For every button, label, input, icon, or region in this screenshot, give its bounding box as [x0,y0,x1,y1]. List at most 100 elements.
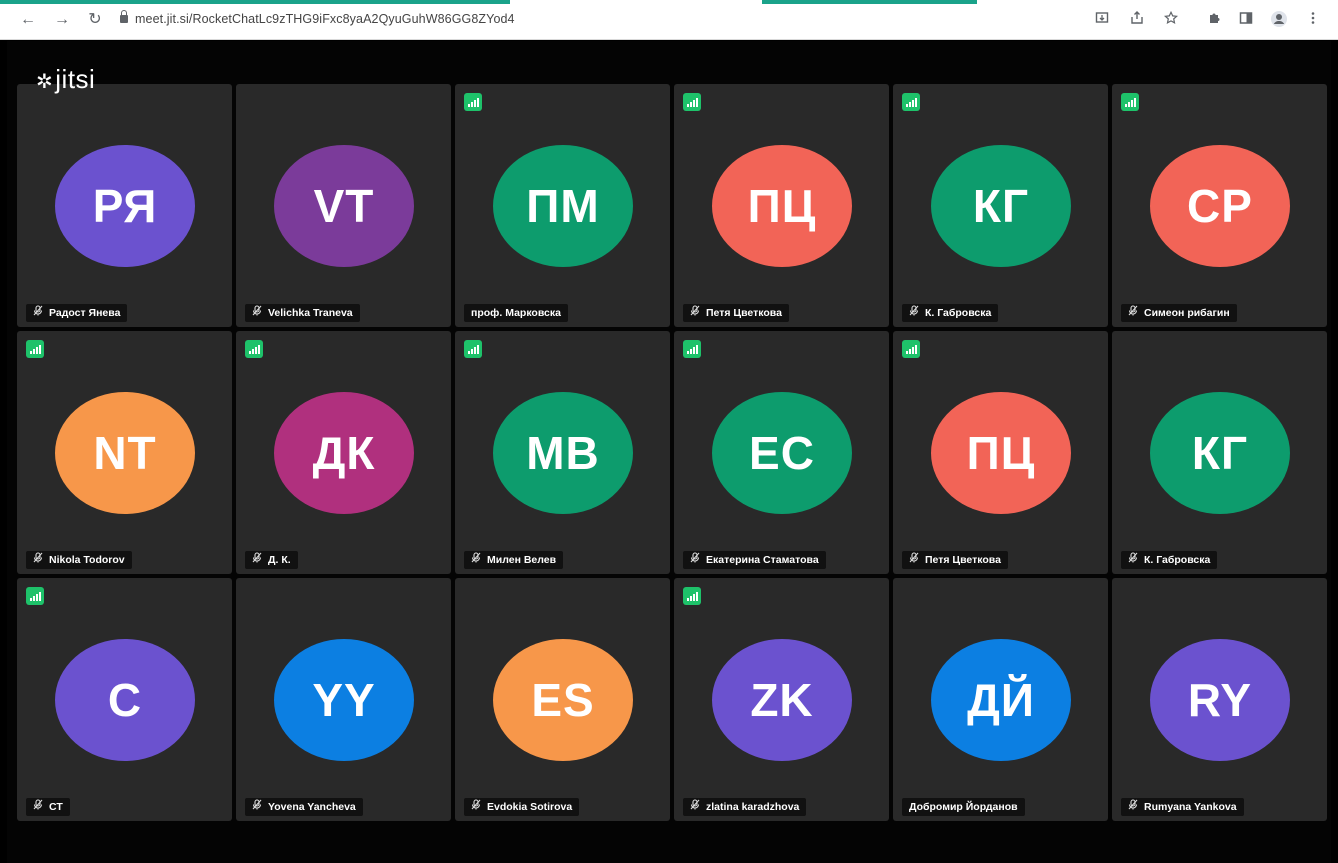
participant-avatar: YY [274,639,414,761]
participant-name-label: Yovena Yancheva [245,798,363,816]
participant-avatar: ДК [274,392,414,514]
microphone-muted-icon [252,304,262,322]
participant-tile[interactable]: ЕС Екатерина Стаматова [674,331,889,574]
participant-tile[interactable]: NT Nikola Todorov [17,331,232,574]
microphone-muted-icon [1128,798,1138,816]
profile-avatar-icon[interactable] [1269,10,1289,30]
participant-name: СТ [49,801,63,813]
microphone-muted-icon [909,551,919,569]
participant-avatar: РЯ [55,145,195,267]
connection-indicator-icon[interactable] [683,93,701,111]
install-app-icon[interactable] [1092,10,1112,30]
participant-tile[interactable]: КГ К. Габровска [1112,331,1327,574]
lock-icon [120,10,128,23]
participant-tile[interactable]: ДК Д. К. [236,331,451,574]
participant-avatar: КГ [1150,392,1290,514]
reload-button[interactable]: ↻ [85,10,105,30]
participant-name: Добромир Йорданов [909,801,1018,813]
tab-indicator-left [0,0,510,4]
participant-avatar: C [55,639,195,761]
participant-tile[interactable]: C СТ [17,578,232,821]
participant-name-label: К. Габровска [902,304,999,322]
participant-name: Nikola Todorov [49,554,125,566]
microphone-muted-icon [252,551,262,569]
microphone-muted-icon [690,551,700,569]
participant-tile[interactable]: РЯ Радост Янева [17,84,232,327]
side-panel-icon[interactable] [1236,10,1256,30]
participant-tile[interactable]: ДЙ Добромир Йорданов [893,578,1108,821]
participant-tile[interactable]: ПМ проф. Марковска [455,84,670,327]
participant-name-label: К. Габровска [1121,551,1218,569]
participant-tile[interactable]: ПЦ Петя Цветкова [893,331,1108,574]
participant-avatar: ПМ [493,145,633,267]
share-icon[interactable] [1127,10,1147,30]
participant-name-label: Rumyana Yankova [1121,798,1244,816]
tab-indicator-right [762,0,977,4]
participant-avatar: ПЦ [712,145,852,267]
participant-name: Симеон рибагин [1144,307,1230,319]
participant-name: Петя Цветкова [706,307,782,319]
microphone-muted-icon [33,798,43,816]
jitsi-logo-icon: ✲ [36,71,54,93]
participant-name: проф. Марковска [471,307,561,319]
connection-indicator-icon[interactable] [902,93,920,111]
connection-indicator-icon[interactable] [245,340,263,358]
participant-tile[interactable]: VT Velichka Traneva [236,84,451,327]
participant-avatar: ZK [712,639,852,761]
microphone-muted-icon [33,304,43,322]
logo-text: jitsi [55,64,96,94]
participant-name-label: Д. К. [245,551,298,569]
participant-tile[interactable]: RY Rumyana Yankova [1112,578,1327,821]
back-button[interactable]: ← [18,10,38,30]
connection-indicator-icon[interactable] [1121,93,1139,111]
participant-name-label: Милен Велев [464,551,564,569]
participant-name: Радост Янева [49,307,121,319]
participant-tile[interactable]: ES Evdokia Sotirova [455,578,670,821]
connection-indicator-icon[interactable] [902,340,920,358]
participant-tile[interactable]: YY Yovena Yancheva [236,578,451,821]
participant-tile[interactable]: ПЦ Петя Цветкова [674,84,889,327]
participant-name: zlatina karadzhova [706,801,800,813]
participant-avatar: NT [55,392,195,514]
participant-tile[interactable]: МВ Милен Велев [455,331,670,574]
browser-menu-icon[interactable] [1303,10,1323,30]
microphone-muted-icon [1128,551,1138,569]
participant-name-label: Екатерина Стаматова [683,551,826,569]
microphone-muted-icon [252,798,262,816]
browser-toolbar: ← → ↻ meet.jit.si/RocketChatLc9zTHG9iFxc… [0,0,1338,40]
extensions-puzzle-icon[interactable] [1204,10,1224,30]
participant-name-label: Радост Янева [26,304,128,322]
address-bar[interactable]: meet.jit.si/RocketChatLc9zTHG9iFxc8yaA2Q… [135,12,515,26]
participant-name: Екатерина Стаматова [706,554,819,566]
participant-name-label: проф. Марковска [464,304,568,322]
participant-name: Rumyana Yankova [1144,801,1237,813]
microphone-muted-icon [909,304,919,322]
participant-avatar: ДЙ [931,639,1071,761]
connection-indicator-icon[interactable] [683,340,701,358]
forward-button[interactable]: → [52,10,72,30]
participant-avatar: ПЦ [931,392,1071,514]
connection-indicator-icon[interactable] [683,587,701,605]
participants-grid: РЯ Радост Янева VT Velichka Traneva ПМ проф. … [17,84,1327,824]
microphone-muted-icon [690,304,700,322]
participant-tile[interactable]: СР Симеон рибагин [1112,84,1327,327]
bookmark-star-icon[interactable] [1161,10,1181,30]
microphone-muted-icon [471,551,481,569]
participant-name: Милен Велев [487,554,557,566]
participant-tile[interactable]: КГ К. Габровска [893,84,1108,327]
participant-name: Д. К. [268,554,291,566]
participant-avatar: RY [1150,639,1290,761]
participant-tile[interactable]: ZK zlatina karadzhova [674,578,889,821]
participant-name-label: Evdokia Sotirova [464,798,580,816]
connection-indicator-icon[interactable] [26,340,44,358]
connection-indicator-icon[interactable] [464,93,482,111]
participant-name-label: Nikola Todorov [26,551,132,569]
participant-name-label: Петя Цветкова [902,551,1008,569]
jitsi-logo[interactable]: ✲jitsi [36,64,95,95]
participant-name-label: Петя Цветкова [683,304,789,322]
connection-indicator-icon[interactable] [464,340,482,358]
participant-name-label: zlatina karadzhova [683,798,807,816]
participant-avatar: VT [274,145,414,267]
connection-indicator-icon[interactable] [26,587,44,605]
microphone-muted-icon [1128,304,1138,322]
